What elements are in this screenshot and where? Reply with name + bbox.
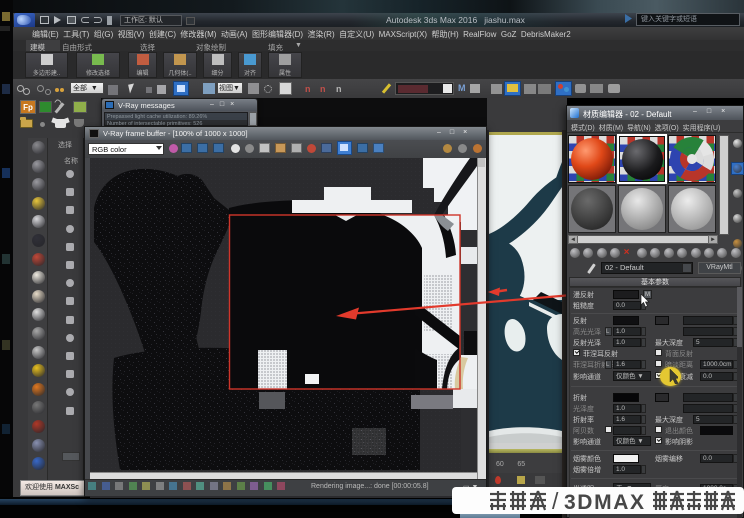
- svg-text:3DMAX: 3DMAX: [564, 491, 644, 513]
- svg-text:/: /: [552, 489, 559, 513]
